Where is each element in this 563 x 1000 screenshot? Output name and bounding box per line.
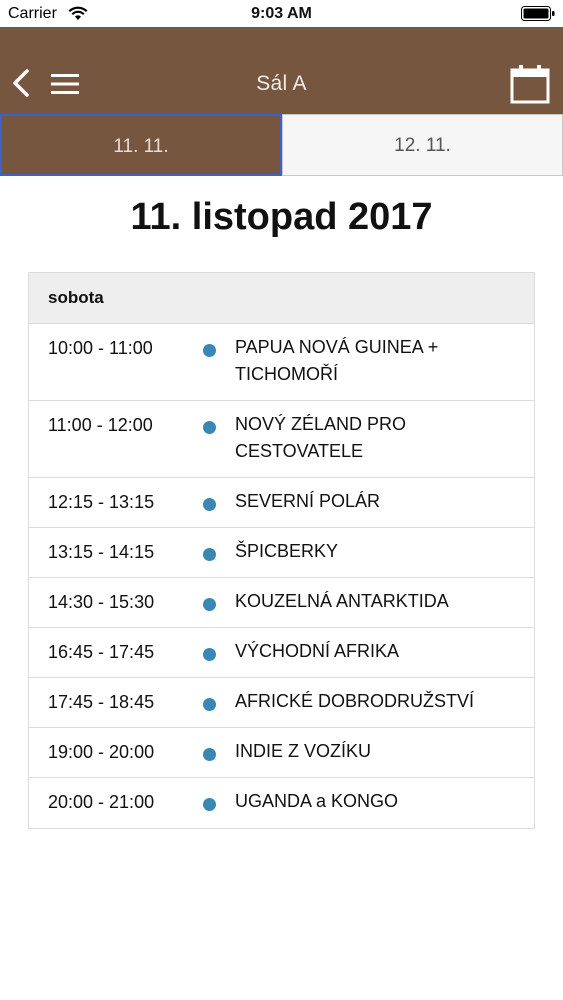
page-title: Sál A: [256, 72, 307, 95]
schedule-row[interactable]: 10:00 - 11:00 PAPUA NOVÁ GUINEA + TICHOM…: [29, 324, 534, 401]
schedule-row[interactable]: 13:15 - 14:15 ŠPICBERKY: [29, 528, 534, 578]
bullet-dot-icon: [203, 421, 216, 434]
schedule-row[interactable]: 12:15 - 13:15 SEVERNÍ POLÁR: [29, 478, 534, 528]
day-heading: 11. listopad 2017: [130, 196, 433, 238]
row-title: AFRICKÉ DOBRODRUŽSTVÍ: [235, 691, 475, 711]
schedule-row[interactable]: 14:30 - 15:30 KOUZELNÁ ANTARKTIDA: [29, 578, 534, 628]
row-title: VÝCHODNÍ AFRIKA: [235, 641, 400, 661]
clock: 9:03 AM: [251, 5, 312, 22]
row-time: 19:00 - 20:00: [48, 742, 155, 762]
row-title: ŠPICBERKY: [235, 541, 339, 561]
bullet-dot-icon: [203, 648, 216, 661]
row-time: 10:00 - 11:00: [48, 338, 153, 358]
bullet-dot-icon: [203, 798, 216, 811]
bullet-dot-icon: [203, 498, 216, 511]
row-time: 14:30 - 15:30: [48, 592, 155, 612]
row-title: KOUZELNÁ ANTARKTIDA: [235, 591, 449, 611]
row-time: 13:15 - 14:15: [48, 542, 155, 562]
row-time: 20:00 - 21:00: [48, 792, 155, 812]
bullet-dot-icon: [203, 548, 216, 561]
row-title: PAPUA NOVÁ GUINEA + TICHOMOŘÍ: [235, 337, 439, 384]
row-title: INDIE Z VOZÍKU: [235, 741, 372, 761]
schedule-row[interactable]: 17:45 - 18:45 AFRICKÉ DOBRODRUŽSTVÍ: [29, 678, 534, 728]
row-title: UGANDA a KONGO: [235, 791, 399, 811]
schedule-row[interactable]: 20:00 - 21:00 UGANDA a KONGO: [29, 778, 534, 828]
bullet-dot-icon: [203, 748, 216, 761]
row-title: NOVÝ ZÉLAND PRO CESTOVATELE: [235, 414, 407, 461]
row-title: SEVERNÍ POLÁR: [235, 491, 381, 511]
battery-icon: [521, 6, 555, 21]
row-time: 12:15 - 13:15: [48, 492, 155, 512]
schedule-table: sobota 10:00 - 11:00 PAPUA NOVÁ GUINEA +…: [28, 272, 535, 829]
navigation-bar: Sál A: [0, 27, 563, 114]
schedule-row[interactable]: 11:00 - 12:00 NOVÝ ZÉLAND PRO CESTOVATEL…: [29, 401, 534, 478]
schedule-day-header: sobota: [29, 273, 534, 324]
tab-11-11[interactable]: 11. 11.: [0, 114, 282, 176]
calendar-icon[interactable]: [510, 64, 550, 104]
row-time: 17:45 - 18:45: [48, 692, 155, 712]
schedule-row[interactable]: 16:45 - 17:45 VÝCHODNÍ AFRIKA: [29, 628, 534, 678]
bullet-dot-icon: [203, 598, 216, 611]
row-time: 11:00 - 12:00: [48, 415, 153, 435]
status-bar: Carrier 9:03 AM: [0, 0, 563, 27]
schedule-row[interactable]: 19:00 - 20:00 INDIE Z VOZÍKU: [29, 728, 534, 778]
bullet-dot-icon: [203, 344, 216, 357]
row-time: 16:45 - 17:45: [48, 642, 155, 662]
tab-12-11[interactable]: 12. 11.: [282, 114, 563, 176]
bullet-dot-icon: [203, 698, 216, 711]
date-tabs: 11. 11. 12. 11.: [0, 114, 563, 178]
